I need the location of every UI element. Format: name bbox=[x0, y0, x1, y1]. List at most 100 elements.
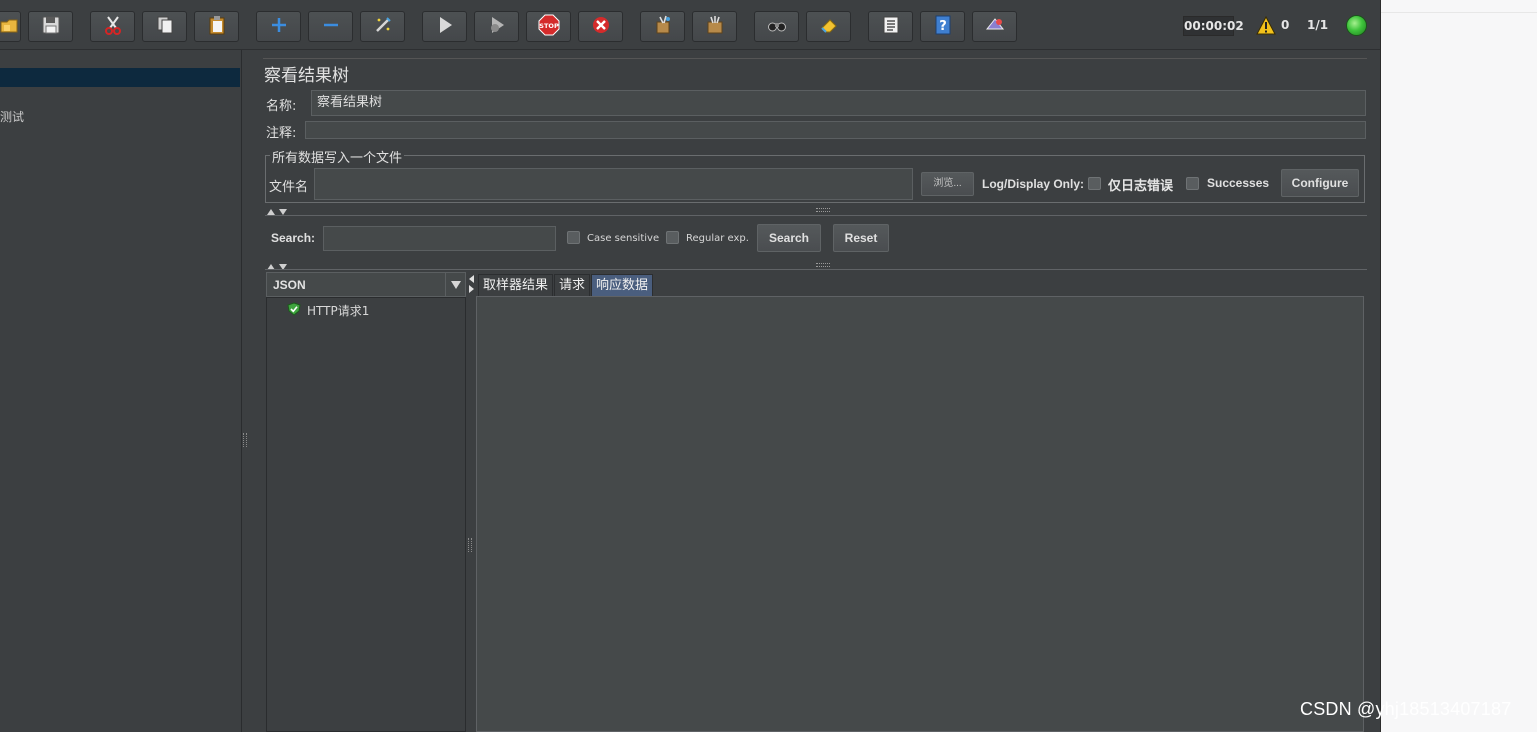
result-tabs: 取样器结果 请求 响应数据 bbox=[478, 274, 654, 296]
log-display-only-label: Log/Display Only: bbox=[982, 177, 1085, 191]
splitter-grip-icon[interactable] bbox=[816, 208, 830, 212]
splitter-grip-icon[interactable] bbox=[816, 263, 830, 267]
successes-label: Successes bbox=[1207, 176, 1270, 190]
errors-only-checkbox[interactable] bbox=[1088, 177, 1101, 190]
page-divider bbox=[1381, 12, 1537, 13]
plus-icon bbox=[268, 14, 290, 39]
toolbar: STOP ? 00:00:02 0 1/1 bbox=[0, 0, 1380, 50]
regex-checkbox[interactable] bbox=[666, 231, 679, 244]
search-button[interactable] bbox=[754, 11, 799, 42]
open-button[interactable] bbox=[0, 11, 21, 42]
successes-checkbox[interactable] bbox=[1186, 177, 1199, 190]
chevron-down-icon[interactable] bbox=[445, 273, 465, 296]
toggle-button[interactable] bbox=[360, 11, 405, 42]
wand-icon bbox=[372, 14, 394, 39]
eraser-icon bbox=[818, 14, 840, 39]
configure-button[interactable]: Configure bbox=[1281, 169, 1359, 197]
search-submit-button[interactable]: Search bbox=[757, 224, 821, 252]
collapse-left-icon[interactable] bbox=[468, 274, 474, 294]
collapse-arrows-icon[interactable] bbox=[266, 205, 290, 215]
tab-request[interactable]: 请求 bbox=[554, 274, 591, 296]
clear-all-button[interactable] bbox=[692, 11, 737, 42]
case-sensitive-label: Case sensitive bbox=[587, 233, 660, 244]
search-input[interactable] bbox=[323, 226, 556, 251]
view-results-tree-panel: 察看结果树 名称: 察看结果树 注释: 所有数据写入一个文件 文件名 浏览...… bbox=[252, 50, 1380, 732]
remote-icon bbox=[984, 14, 1006, 39]
selected-tree-row[interactable] bbox=[0, 68, 240, 87]
cut-button[interactable] bbox=[90, 11, 135, 42]
success-shield-icon bbox=[287, 301, 301, 319]
function-helper-button[interactable] bbox=[868, 11, 913, 42]
reset-button[interactable]: Reset bbox=[833, 224, 889, 252]
page-title: 察看结果树 bbox=[264, 66, 349, 86]
tab-sampler-result[interactable]: 取样器结果 bbox=[478, 274, 554, 296]
renderer-dropdown[interactable]: JSON bbox=[266, 272, 466, 297]
clear-button[interactable] bbox=[640, 11, 685, 42]
play-timer-icon bbox=[486, 14, 508, 39]
name-label: 名称: bbox=[266, 99, 297, 114]
response-data-pane[interactable] bbox=[476, 296, 1364, 732]
browse-button[interactable]: 浏览... bbox=[921, 172, 974, 196]
start-no-pause-button[interactable] bbox=[474, 11, 519, 42]
section-divider bbox=[265, 269, 1367, 270]
title-divider bbox=[263, 58, 1367, 59]
shutdown-icon bbox=[590, 14, 612, 39]
results-tree: HTTP请求1 bbox=[266, 297, 466, 732]
left-splitter-handle[interactable] bbox=[243, 433, 247, 447]
broom-icon bbox=[652, 14, 674, 39]
jmeter-window: STOP ? 00:00:02 0 1/1 测试 察看结果树 名称: 察看结果树… bbox=[0, 0, 1381, 732]
file-output-group: 所有数据写入一个文件 文件名 浏览... Log/Display Only: 仅… bbox=[265, 147, 1365, 203]
elapsed-timer: 00:00:02 bbox=[1183, 16, 1244, 36]
save-icon bbox=[40, 14, 62, 39]
name-field[interactable]: 察看结果树 bbox=[311, 90, 1366, 116]
comment-field[interactable] bbox=[305, 121, 1366, 139]
binoculars-icon bbox=[766, 14, 788, 39]
expand-button[interactable] bbox=[256, 11, 301, 42]
help-icon: ? bbox=[932, 14, 954, 39]
reset-search-button[interactable] bbox=[806, 11, 851, 42]
renderer-selected-value: JSON bbox=[273, 278, 306, 292]
collapse-arrows-icon[interactable] bbox=[266, 260, 290, 270]
copy-icon bbox=[154, 14, 176, 39]
stop-icon: STOP bbox=[538, 14, 560, 39]
paste-icon bbox=[206, 14, 228, 39]
run-status-indicator bbox=[1346, 15, 1367, 36]
paste-button[interactable] bbox=[194, 11, 239, 42]
shutdown-button[interactable] bbox=[578, 11, 623, 42]
tab-response-data[interactable]: 响应数据 bbox=[591, 274, 654, 296]
filename-label: 文件名 bbox=[269, 180, 309, 195]
list-icon bbox=[880, 14, 902, 39]
save-button[interactable] bbox=[28, 11, 73, 42]
case-sensitive-checkbox[interactable] bbox=[567, 231, 580, 244]
test-plan-tree: 测试 bbox=[0, 50, 242, 732]
regex-label: Regular exp. bbox=[686, 233, 749, 244]
collapse-button[interactable] bbox=[308, 11, 353, 42]
copy-button[interactable] bbox=[142, 11, 187, 42]
filename-field[interactable] bbox=[314, 168, 913, 200]
warning-icon[interactable] bbox=[1256, 15, 1276, 36]
active-threads: 1/1 bbox=[1307, 18, 1329, 32]
errors-only-label: 仅日志错误 bbox=[1108, 179, 1174, 194]
start-button[interactable] bbox=[422, 11, 467, 42]
search-label: Search: bbox=[271, 231, 316, 245]
section-divider bbox=[265, 215, 1367, 216]
help-button[interactable]: ? bbox=[920, 11, 965, 42]
file-group-title: 所有数据写入一个文件 bbox=[270, 147, 405, 166]
scissors-icon bbox=[102, 14, 124, 39]
remote-button[interactable] bbox=[972, 11, 1017, 42]
watermark: CSDN @yhj18513407187 bbox=[1300, 699, 1512, 719]
error-count: 0 bbox=[1281, 18, 1290, 32]
page-background bbox=[1381, 0, 1537, 732]
play-icon bbox=[434, 14, 456, 39]
minus-icon bbox=[320, 14, 342, 39]
tree-item[interactable]: HTTP请求1 bbox=[287, 301, 370, 319]
broom-all-icon bbox=[704, 14, 726, 39]
tree-item-label[interactable]: 测试 bbox=[0, 108, 24, 125]
svg-text:?: ? bbox=[939, 19, 947, 34]
folder-icon bbox=[0, 14, 20, 39]
tree-item-label: HTTP请求1 bbox=[307, 303, 370, 318]
svg-text:STOP: STOP bbox=[539, 22, 559, 30]
results-splitter-handle[interactable] bbox=[468, 538, 472, 552]
comment-label: 注释: bbox=[266, 126, 297, 141]
stop-button[interactable]: STOP bbox=[526, 11, 571, 42]
